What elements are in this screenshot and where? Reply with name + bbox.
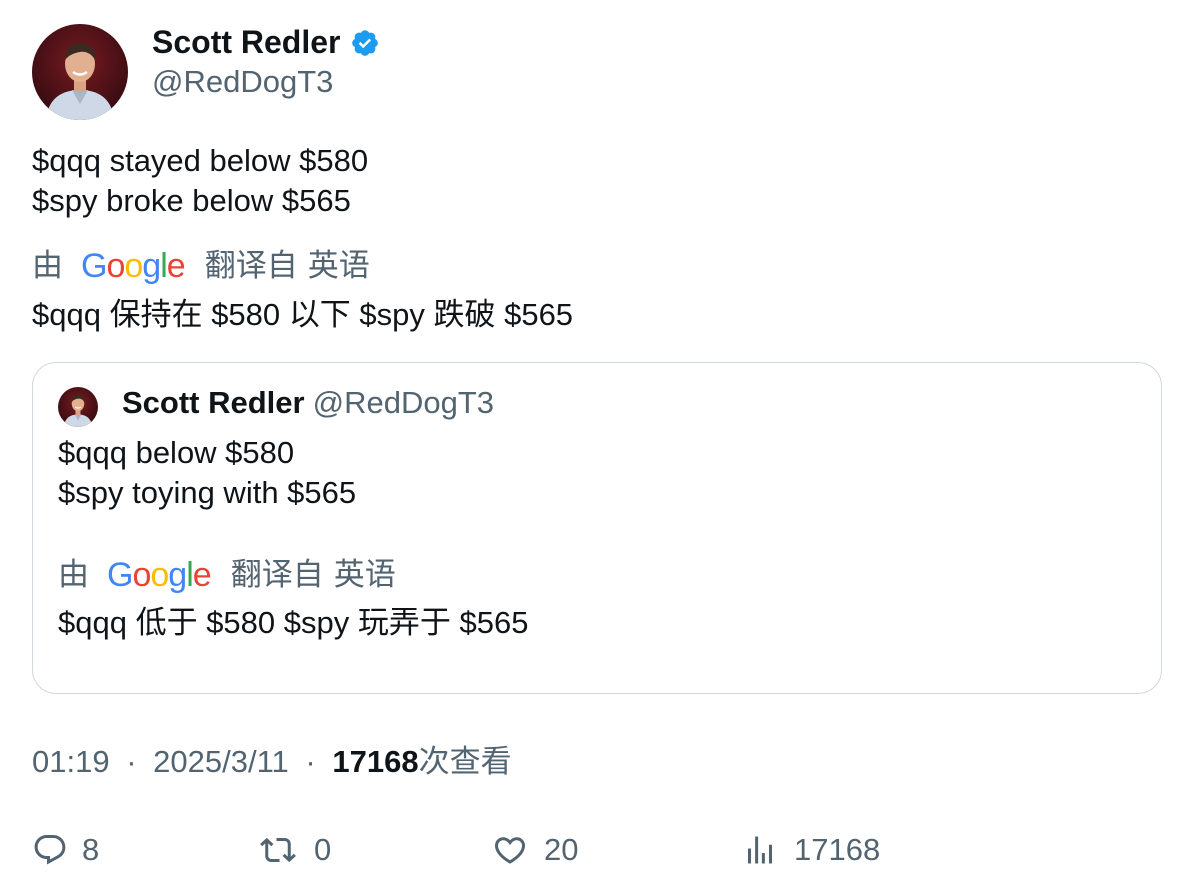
translated-from-label: 翻译自 bbox=[230, 557, 324, 592]
quoted-translation: $qqq 低于 $580 $spy 玩弄于 $565 bbox=[58, 605, 529, 640]
tweet-text-line-1: $qqq stayed below $580 bbox=[32, 143, 369, 178]
tweet-date[interactable]: 2025/3/11 bbox=[153, 744, 289, 779]
translate-by-label: 由 bbox=[32, 248, 63, 283]
views-chart-icon bbox=[748, 836, 772, 864]
avatar-photo-icon bbox=[32, 24, 128, 120]
translated-from-label: 翻译自 bbox=[204, 248, 298, 283]
retweet-button[interactable]: 0 bbox=[260, 830, 331, 870]
reply-count: 8 bbox=[82, 832, 100, 867]
quoted-translation-attribution: 由 Google 翻译自 英语 bbox=[58, 555, 396, 595]
verified-badge-icon bbox=[350, 27, 380, 57]
translate-by-label: 由 bbox=[58, 557, 89, 592]
author-handle[interactable]: @RedDogT3 bbox=[152, 62, 333, 102]
author-name[interactable]: Scott Redler bbox=[152, 22, 380, 62]
quoted-text-line-1: $qqq below $580 bbox=[58, 435, 295, 470]
view-count: 17168 bbox=[332, 744, 419, 779]
tweet-translation: $qqq 保持在 $580 以下 $spy 跌破 $565 bbox=[32, 297, 574, 332]
heart-icon bbox=[494, 837, 526, 864]
quoted-author-handle: @RedDogT3 bbox=[312, 385, 494, 420]
views-button[interactable]: 17168 bbox=[742, 830, 880, 870]
quoted-author-avatar bbox=[58, 387, 98, 427]
like-count: 20 bbox=[544, 832, 579, 867]
tweet-meta: 01:19 · 2025/3/11 · 17168次查看 bbox=[32, 742, 512, 782]
retweet-icon bbox=[260, 837, 296, 863]
quoted-tweet-header: Scott Redler @RedDogT3 bbox=[122, 383, 494, 423]
google-logo-icon: Google bbox=[107, 556, 212, 594]
quoted-text-line-2: $spy toying with $565 bbox=[58, 475, 357, 510]
meta-separator: · bbox=[126, 744, 137, 779]
google-logo-icon: Google bbox=[81, 247, 186, 285]
reply-button[interactable]: 8 bbox=[32, 830, 99, 870]
author-name-text[interactable]: Scott Redler bbox=[152, 22, 340, 62]
views-action-count: 17168 bbox=[794, 832, 881, 867]
tweet-time[interactable]: 01:19 bbox=[32, 744, 110, 779]
translation-attribution: 由 Google 翻译自 英语 bbox=[32, 246, 370, 286]
like-button[interactable]: 20 bbox=[492, 830, 578, 870]
quoted-author-name: Scott Redler bbox=[122, 385, 305, 420]
view-count-label: 次查看 bbox=[418, 744, 512, 779]
source-language: 英语 bbox=[333, 557, 396, 592]
reply-icon bbox=[34, 835, 66, 865]
author-avatar[interactable] bbox=[32, 24, 128, 120]
retweet-count: 0 bbox=[314, 832, 332, 867]
avatar-photo-icon bbox=[58, 387, 98, 427]
source-language: 英语 bbox=[307, 248, 370, 283]
tweet-text-line-2: $spy broke below $565 bbox=[32, 183, 351, 218]
meta-separator: · bbox=[305, 744, 316, 779]
